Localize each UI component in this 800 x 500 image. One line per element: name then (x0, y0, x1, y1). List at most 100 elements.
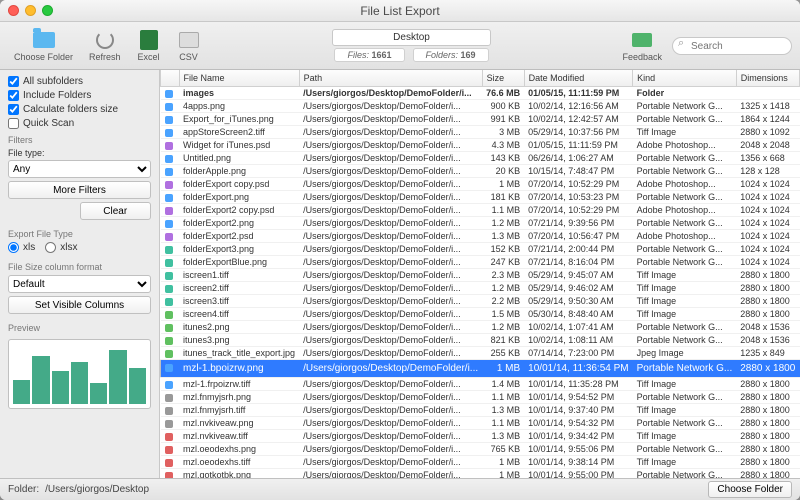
table-row[interactable]: folderExportBlue.png/Users/giorgos/Deskt… (161, 256, 800, 269)
col-File Name[interactable]: File Name (179, 70, 299, 87)
radio-xls[interactable]: xls (8, 242, 35, 253)
col-Size[interactable]: Size (482, 70, 524, 87)
table-row[interactable]: folderExport2 copy.psd/Users/giorgos/Des… (161, 204, 800, 217)
table-row[interactable]: mzl.nvkiveaw.tiff/Users/giorgos/Desktop/… (161, 430, 800, 443)
filters-heading: Filters (8, 135, 151, 145)
kind-icon (165, 194, 173, 202)
search-field[interactable] (672, 36, 792, 56)
kind-icon (165, 116, 173, 124)
preview-heading: Preview (8, 323, 151, 333)
col-Date Modified[interactable]: Date Modified (524, 70, 632, 87)
kind-icon (165, 324, 173, 332)
kind-icon (165, 337, 173, 345)
col-Dimensions[interactable]: Dimensions (736, 70, 799, 87)
toolbar-center: Desktop Files: 1661 Folders: 169 (211, 29, 613, 62)
kind-icon (165, 459, 173, 467)
excel-icon (140, 30, 158, 50)
footer-label: Folder: (8, 484, 39, 495)
table-row[interactable]: folderExport3.png/Users/giorgos/Desktop/… (161, 243, 800, 256)
file-table[interactable]: File NamePathSizeDate ModifiedKindDimens… (160, 70, 800, 478)
refresh-icon (96, 31, 114, 49)
window-title: File List Export (0, 4, 800, 18)
table-row[interactable]: Untitled.png/Users/giorgos/Desktop/DemoF… (161, 152, 800, 165)
footer: Folder: /Users/giorgos/Desktop Choose Fo… (0, 478, 800, 500)
location-label: Desktop (332, 29, 491, 46)
table-row[interactable]: 4apps.png/Users/giorgos/Desktop/DemoFold… (161, 100, 800, 113)
table-row[interactable]: iscreen4.tiff/Users/giorgos/Desktop/Demo… (161, 308, 800, 321)
footer-choose-folder-button[interactable]: Choose Folder (708, 481, 792, 498)
table-row[interactable]: mzl-1.bpoizrw.png/Users/giorgos/Desktop/… (161, 360, 800, 378)
table-row[interactable]: folderExport copy.psd/Users/giorgos/Desk… (161, 178, 800, 191)
opt-calc-sizes[interactable]: Calculate folders size (8, 104, 151, 115)
kind-icon (165, 207, 173, 215)
search-input[interactable] (672, 37, 792, 55)
kind-icon (165, 90, 173, 98)
table-row[interactable]: Export_for_iTunes.png/Users/giorgos/Desk… (161, 113, 800, 126)
table-row[interactable]: itunes_track_title_export.jpg/Users/gior… (161, 347, 800, 360)
table-row[interactable]: itunes2.png/Users/giorgos/Desktop/DemoFo… (161, 321, 800, 334)
col-icon[interactable] (161, 70, 180, 87)
kind-icon (165, 298, 173, 306)
kind-icon (165, 259, 173, 267)
table-row[interactable]: iscreen1.tiff/Users/giorgos/Desktop/Demo… (161, 269, 800, 282)
file-type-select[interactable]: Any (8, 160, 151, 178)
table-row[interactable]: mzl.nvkiveaw.png/Users/giorgos/Desktop/D… (161, 417, 800, 430)
kind-icon (165, 394, 173, 402)
kind-icon (165, 381, 173, 389)
kind-icon (165, 246, 173, 254)
table-row[interactable]: mzl.fnmyjsrh.png/Users/giorgos/Desktop/D… (161, 391, 800, 404)
table-row[interactable]: mzl.oeodexhs.tiff/Users/giorgos/Desktop/… (161, 456, 800, 469)
excel-button[interactable]: Excel (131, 27, 167, 64)
folders-count: Folders: 169 (413, 48, 489, 62)
table-row[interactable]: appStoreScreen2.tiff/Users/giorgos/Deskt… (161, 126, 800, 139)
file-type-label: File type: (8, 148, 151, 158)
table-header-row: File NamePathSizeDate ModifiedKindDimens… (161, 70, 800, 87)
kind-icon (165, 407, 173, 415)
kind-icon (165, 433, 173, 441)
kind-icon (165, 311, 173, 319)
kind-icon (165, 364, 173, 372)
choose-folder-button[interactable]: Choose Folder (8, 27, 79, 64)
table-row[interactable]: iscreen2.tiff/Users/giorgos/Desktop/Demo… (161, 282, 800, 295)
table-row[interactable]: images/Users/giorgos/Desktop/DemoFolder/… (161, 87, 800, 100)
app-window: File List Export Choose Folder Refresh E… (0, 0, 800, 500)
kind-icon (165, 446, 173, 454)
kind-icon (165, 420, 173, 428)
opt-quick-scan[interactable]: Quick Scan (8, 118, 151, 129)
opt-all-subfolders[interactable]: All subfolders (8, 76, 151, 87)
size-format-select[interactable]: Default (8, 275, 151, 293)
kind-icon (165, 233, 173, 241)
footer-path: /Users/giorgos/Desktop (45, 484, 702, 495)
kind-icon (165, 350, 173, 358)
kind-icon (165, 168, 173, 176)
table-row[interactable]: mzl.qotkotbk.png/Users/giorgos/Desktop/D… (161, 469, 800, 479)
opt-include-folders[interactable]: Include Folders (8, 90, 151, 101)
table-row[interactable]: folderExport.png/Users/giorgos/Desktop/D… (161, 191, 800, 204)
clear-filters-button[interactable]: Clear (80, 202, 152, 220)
size-format-heading: File Size column format (8, 262, 151, 272)
titlebar: File List Export (0, 0, 800, 22)
table-row[interactable]: iscreen3.tiff/Users/giorgos/Desktop/Demo… (161, 295, 800, 308)
col-Path[interactable]: Path (299, 70, 482, 87)
col-Kind[interactable]: Kind (633, 70, 737, 87)
csv-button[interactable]: CSV (171, 27, 207, 64)
preview-thumbnail (8, 339, 151, 409)
table-row[interactable]: folderExport2.png/Users/giorgos/Desktop/… (161, 217, 800, 230)
toolbar: Choose Folder Refresh Excel CSV Desktop … (0, 22, 800, 70)
table-row[interactable]: mzl.oeodexhs.png/Users/giorgos/Desktop/D… (161, 443, 800, 456)
radio-xlsx[interactable]: xlsx (45, 242, 77, 253)
kind-icon (165, 285, 173, 293)
kind-icon (165, 220, 173, 228)
feedback-button[interactable]: Feedback (616, 27, 668, 64)
more-filters-button[interactable]: More Filters (8, 181, 151, 199)
folder-icon (33, 32, 55, 48)
kind-icon (165, 155, 173, 163)
table-row[interactable]: Widget for iTunes.psd/Users/giorgos/Desk… (161, 139, 800, 152)
table-row[interactable]: folderExport2.psd/Users/giorgos/Desktop/… (161, 230, 800, 243)
table-row[interactable]: mzl-1.frpoizrw.tiff/Users/giorgos/Deskto… (161, 378, 800, 391)
refresh-button[interactable]: Refresh (83, 27, 127, 64)
table-row[interactable]: folderApple.png/Users/giorgos/Desktop/De… (161, 165, 800, 178)
table-row[interactable]: itunes3.png/Users/giorgos/Desktop/DemoFo… (161, 334, 800, 347)
set-visible-columns-button[interactable]: Set Visible Columns (8, 296, 151, 314)
table-row[interactable]: mzl.fnmyjsrh.tiff/Users/giorgos/Desktop/… (161, 404, 800, 417)
